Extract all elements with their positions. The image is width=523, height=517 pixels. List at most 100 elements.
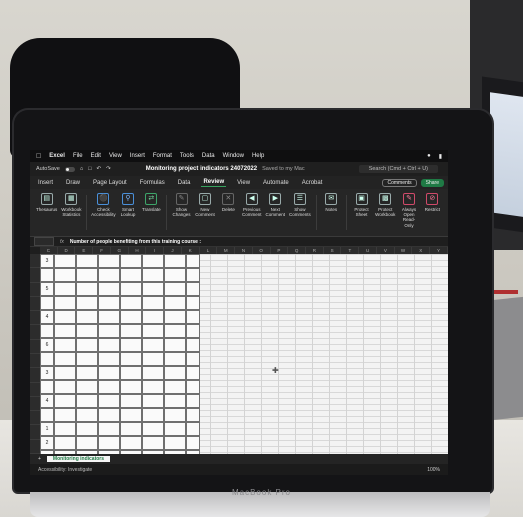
table-cell[interactable]	[98, 352, 120, 366]
column-header[interactable]: T	[341, 247, 360, 254]
column-header[interactable]: E	[75, 247, 94, 254]
table-cell[interactable]	[76, 324, 98, 338]
table-cell[interactable]	[76, 366, 98, 380]
table-cell[interactable]	[142, 268, 164, 282]
table-cell[interactable]	[120, 268, 142, 282]
worksheet-grid[interactable]: 35463412584 ✚	[40, 254, 448, 454]
table-cell[interactable]	[186, 254, 200, 268]
table-cell[interactable]	[164, 254, 186, 268]
table-cell[interactable]	[186, 380, 200, 394]
tab-review[interactable]: Review	[201, 178, 227, 187]
table-cell[interactable]	[76, 408, 98, 422]
table-cell[interactable]	[98, 324, 120, 338]
table-cell[interactable]	[76, 422, 98, 436]
table-cell[interactable]	[142, 296, 164, 310]
search-box[interactable]: Search (Cmd + Ctrl + U)	[358, 165, 438, 173]
always-open-read-only-button[interactable]: ✎ Always Open Read-Only	[399, 193, 418, 236]
check-accessibility-button[interactable]: ⚫ Check Accessibility	[91, 193, 116, 236]
tab-formulas[interactable]: Formulas	[138, 179, 167, 187]
column-header[interactable]: Q	[288, 247, 307, 254]
table-cell[interactable]: 3	[40, 254, 54, 268]
table-cell[interactable]	[120, 296, 142, 310]
show-comments-button[interactable]: ☰ Show Comments	[289, 193, 311, 236]
column-header[interactable]: C	[40, 247, 58, 254]
table-cell[interactable]	[142, 394, 164, 408]
tab-draw[interactable]: Draw	[64, 179, 82, 187]
table-cell[interactable]	[186, 296, 200, 310]
table-cell[interactable]: 4	[40, 310, 54, 324]
table-cell[interactable]	[186, 366, 200, 380]
table-cell[interactable]: 2	[40, 436, 54, 450]
share-button[interactable]: Share	[420, 178, 444, 187]
table-cell[interactable]	[40, 352, 54, 366]
table-cell[interactable]	[142, 324, 164, 338]
table-cell[interactable]	[76, 338, 98, 352]
table-cell[interactable]	[98, 408, 120, 422]
table-cell[interactable]	[164, 422, 186, 436]
table-cell[interactable]	[186, 436, 200, 450]
table-cell[interactable]	[54, 408, 76, 422]
table-cell[interactable]	[186, 268, 200, 282]
home-icon[interactable]: ⌂	[80, 166, 83, 172]
tab-insert[interactable]: Insert	[36, 179, 55, 187]
table-cell[interactable]	[54, 338, 76, 352]
table-cell[interactable]	[40, 408, 54, 422]
table-cell[interactable]	[164, 310, 186, 324]
table-cell[interactable]	[186, 408, 200, 422]
table-cell[interactable]	[186, 310, 200, 324]
column-header[interactable]: G	[111, 247, 129, 254]
menu-help[interactable]: Help	[252, 153, 264, 159]
wifi-icon[interactable]: ●	[427, 153, 431, 159]
protect-sheet-button[interactable]: ▣ Protect Sheet	[352, 193, 371, 236]
column-header[interactable]: J	[164, 247, 182, 254]
table-cell[interactable]	[54, 282, 76, 296]
add-sheet-icon[interactable]: +	[38, 456, 41, 462]
table-cell[interactable]	[142, 408, 164, 422]
show-changes-button[interactable]: ✎ Show Changes	[172, 193, 191, 236]
table-cell[interactable]	[76, 296, 98, 310]
table-cell[interactable]	[142, 282, 164, 296]
accessibility-status[interactable]: Accessibility: Investigate	[38, 467, 92, 473]
table-cell[interactable]	[98, 282, 120, 296]
table-cell[interactable]	[120, 394, 142, 408]
table-cell[interactable]	[76, 352, 98, 366]
table-cell[interactable]	[98, 366, 120, 380]
table-cell[interactable]	[186, 352, 200, 366]
column-header[interactable]: W	[395, 247, 413, 254]
table-cell[interactable]	[76, 282, 98, 296]
table-cell[interactable]	[142, 366, 164, 380]
column-header[interactable]: L	[200, 247, 218, 254]
restrict-button[interactable]: ⊘ Restrict	[423, 193, 442, 236]
menu-edit[interactable]: Edit	[91, 153, 101, 159]
table-cell[interactable]	[142, 310, 164, 324]
menu-data[interactable]: Data	[202, 153, 215, 159]
table-cell[interactable]	[98, 338, 120, 352]
table-cell[interactable]	[98, 254, 120, 268]
table-cell[interactable]	[98, 380, 120, 394]
previous-comment-button[interactable]: ◀ Previous Comment	[242, 193, 262, 236]
table-cell[interactable]	[120, 366, 142, 380]
table-cell[interactable]	[76, 436, 98, 450]
table-cell[interactable]	[186, 282, 200, 296]
table-cell[interactable]	[164, 338, 186, 352]
table-cell[interactable]	[164, 282, 186, 296]
table-cell[interactable]	[164, 436, 186, 450]
table-cell[interactable]	[120, 324, 142, 338]
table-cell[interactable]	[54, 436, 76, 450]
table-cell[interactable]	[76, 254, 98, 268]
tab-automate[interactable]: Automate	[261, 179, 291, 187]
save-icon[interactable]: □	[88, 166, 91, 172]
sheet-tab-monitoring[interactable]: Monitoring indicators	[46, 456, 111, 462]
menu-window[interactable]: Window	[223, 153, 244, 159]
table-cell[interactable]: 5	[40, 282, 54, 296]
column-header[interactable]: N	[235, 247, 253, 254]
table-cell[interactable]	[186, 324, 200, 338]
table-cell[interactable]	[120, 352, 142, 366]
column-header[interactable]: D	[58, 247, 76, 254]
table-cell[interactable]	[120, 436, 142, 450]
translate-button[interactable]: ⇄ Translate	[142, 193, 161, 236]
table-cell[interactable]: 3	[40, 366, 54, 380]
column-header[interactable]: P	[271, 247, 289, 254]
name-box[interactable]	[34, 237, 54, 246]
menu-app[interactable]: Excel	[49, 153, 65, 159]
